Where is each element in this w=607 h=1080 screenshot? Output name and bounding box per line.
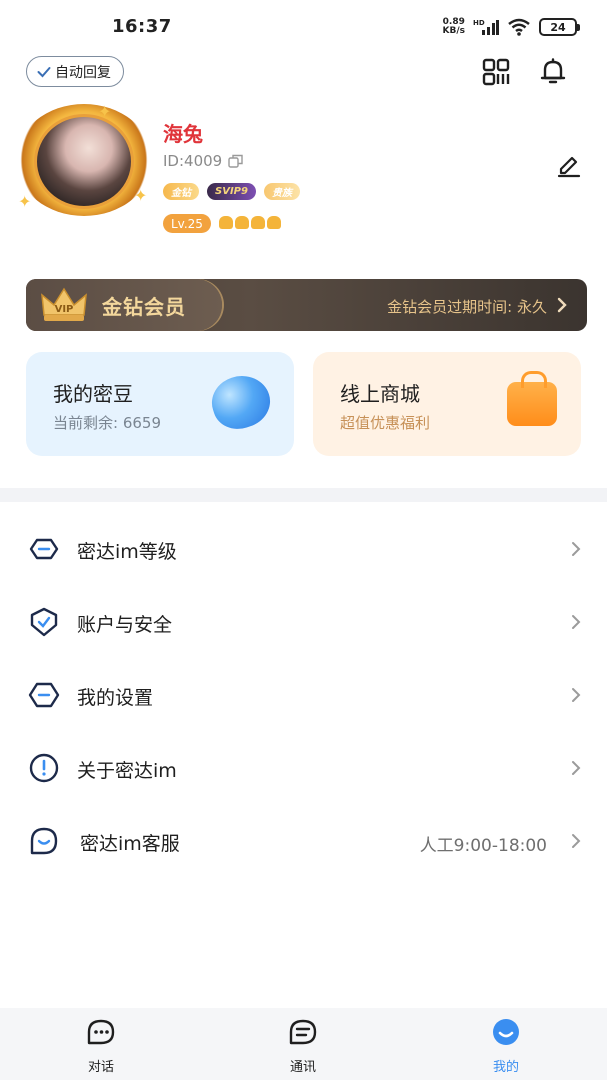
service-smile-icon [30, 827, 58, 855]
section-divider [0, 488, 607, 502]
badge-row: 金钻 SVIP9 贵族 [163, 183, 300, 200]
level-row: Lv.25 [163, 214, 283, 233]
status-bar: 16:37 0.89 KB/s HD 24 [0, 0, 607, 52]
medal-icon [266, 216, 281, 229]
battery-indicator: 24 [539, 18, 580, 36]
bean-icon [205, 368, 277, 436]
medal-icon [218, 216, 233, 229]
chevron-right-icon [572, 834, 581, 848]
tab-me[interactable]: 我的 [446, 1008, 566, 1080]
tab-label: 对话 [87, 1060, 114, 1075]
shield-check-icon [30, 607, 58, 637]
beans-balance: 当前剩余: 6659 [53, 414, 161, 432]
online-shop-card[interactable]: 线上商城 超值优惠福利 [313, 352, 581, 456]
vip-crown-icon: VIP [41, 287, 87, 321]
medal-icon [234, 216, 249, 229]
nickname: 海兔 [163, 122, 203, 146]
user-id: ID:4009 [163, 152, 244, 170]
qr-code-icon[interactable] [482, 58, 510, 86]
tab-contacts[interactable]: 通讯 [243, 1008, 363, 1080]
bell-icon[interactable] [539, 58, 567, 86]
menu-label: 账户与安全 [77, 614, 173, 636]
sparkle-icon: ✦ [98, 102, 112, 121]
vip-expire-text: 金钻会员过期时间: 永久 [387, 298, 547, 316]
contacts-icon [289, 1019, 317, 1045]
chat-bubble-icon [87, 1019, 115, 1045]
status-time: 16:37 [112, 16, 172, 37]
check-icon [37, 66, 51, 77]
auto-reply-label: 自动回复 [55, 64, 111, 81]
info-circle-icon [29, 753, 59, 783]
gold-diamond-badge: 金钻 [163, 183, 199, 200]
my-beans-card[interactable]: 我的密豆 当前剩余: 6659 [26, 352, 294, 456]
menu-label: 我的设置 [77, 687, 154, 709]
sparkle-icon: ✦ [18, 192, 32, 211]
signal-icon: HD [473, 19, 499, 35]
svg-text:VIP: VIP [55, 304, 74, 315]
level-badge: Lv.25 [163, 214, 211, 233]
beans-title: 我的密豆 [53, 382, 133, 406]
service-hours: 人工9:00-18:00 [419, 836, 547, 856]
copy-icon[interactable] [228, 154, 244, 168]
chevron-right-icon [572, 615, 581, 629]
shop-title: 线上商城 [340, 382, 420, 406]
tab-chat[interactable]: 对话 [41, 1008, 161, 1080]
vip-title: 金钻会员 [102, 295, 186, 319]
wifi-icon [508, 18, 530, 36]
avatar[interactable]: ✦ ✦ ✦ [10, 100, 156, 220]
menu-item-customer-service[interactable]: 密达im客服 人工9:00-18:00 [0, 804, 607, 877]
chevron-right-icon [557, 297, 567, 313]
user-id-text: ID:4009 [163, 152, 223, 170]
diamond-badge-icon [29, 538, 59, 560]
noble-badge: 贵族 [263, 183, 300, 200]
menu-item-account-security[interactable]: 账户与安全 [0, 585, 607, 658]
menu-item-level[interactable]: 密达im等级 [0, 512, 607, 585]
menu-item-settings[interactable]: 我的设置 [0, 658, 607, 731]
medal-icon [250, 216, 265, 229]
status-indicators: 0.89 KB/s HD 24 [442, 17, 580, 36]
shopping-bag-icon [507, 371, 557, 426]
auto-reply-button[interactable]: 自动回复 [26, 56, 124, 87]
chevron-right-icon [572, 688, 581, 702]
edit-profile-icon[interactable] [556, 152, 582, 178]
network-speed: 0.89 KB/s [442, 17, 465, 36]
chevron-right-icon [572, 542, 581, 556]
vip-banner[interactable]: VIP 金钻会员 金钻会员过期时间: 永久 [26, 279, 587, 331]
svip-badge: SVIP9 [207, 183, 256, 200]
menu-label: 密达im客服 [80, 833, 180, 855]
chevron-right-icon [572, 761, 581, 775]
hexagon-settings-icon [28, 682, 60, 708]
sparkle-icon: ✦ [134, 186, 148, 205]
shop-subtitle: 超值优惠福利 [340, 414, 431, 432]
menu-item-about[interactable]: 关于密达im [0, 731, 607, 804]
profile-smile-icon [493, 1019, 519, 1045]
svg-text:HD: HD [473, 19, 485, 27]
menu-label: 关于密达im [77, 760, 177, 782]
bottom-nav: 对话 通讯 我的 [0, 1008, 607, 1080]
avatar-image [34, 114, 134, 209]
tab-label: 我的 [492, 1060, 519, 1075]
tab-label: 通讯 [289, 1060, 316, 1075]
menu-label: 密达im等级 [77, 541, 177, 563]
medal-icons [218, 214, 283, 233]
